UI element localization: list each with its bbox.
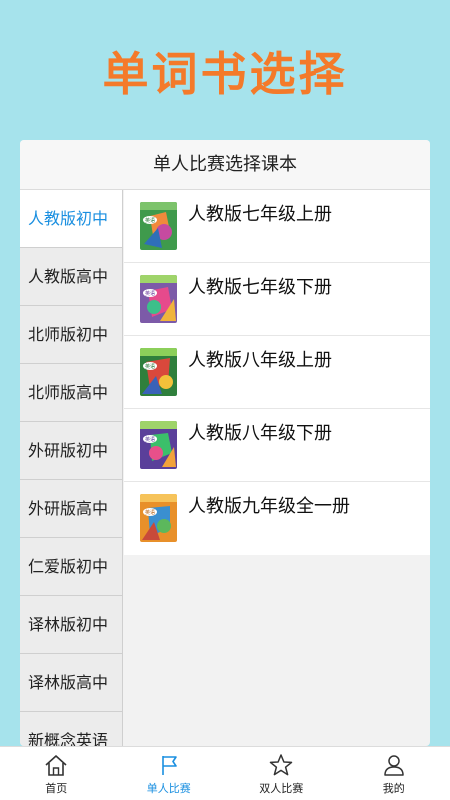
book-row[interactable]: 英语 人教版八年级下册	[124, 409, 430, 482]
tab-double-match-label: 双人比赛	[259, 782, 304, 795]
category-item-renjiao-senior[interactable]: 人教版高中	[20, 248, 122, 306]
svg-text:英语: 英语	[145, 509, 155, 516]
flag-icon	[161, 756, 177, 775]
svg-text:英语: 英语	[145, 290, 155, 297]
book-title: 人教版七年级上册	[188, 204, 332, 225]
book-row[interactable]: 英语 人教版七年级上册	[124, 190, 430, 263]
category-item-beishi-junior[interactable]: 北师版初中	[20, 306, 122, 364]
book-list: 英语 人教版七年级上册 英语 人教版七年级下册 英语 人教版八年级上册 英语 人…	[124, 190, 430, 555]
textbook-panel: 单人比赛选择课本 人教版初中 人教版高中 北师版初中 北师版高中 外研版初中 外…	[20, 140, 430, 746]
book-cover-image: 英语	[140, 202, 177, 250]
book-row[interactable]: 英语 人教版七年级下册	[124, 263, 430, 336]
page-title: 单词书选择	[102, 47, 348, 101]
user-icon	[384, 755, 404, 776]
tab-single-match-label: 单人比赛	[146, 782, 191, 795]
book-cover-image: 英语	[140, 275, 177, 323]
category-item-new-concept[interactable]: 新概念英语	[20, 712, 122, 746]
bottom-tab-bar: 首页 单人比赛 双人比赛 我的	[0, 746, 450, 800]
book-title: 人教版七年级下册	[188, 277, 332, 298]
book-title: 人教版八年级上册	[188, 350, 332, 371]
svg-text:英语: 英语	[145, 217, 155, 224]
book-title: 人教版八年级下册	[188, 423, 332, 444]
book-cover-image: 英语	[140, 421, 177, 469]
tab-home[interactable]: 首页	[0, 747, 113, 800]
category-item-beishi-senior[interactable]: 北师版高中	[20, 364, 122, 422]
tab-home-label: 首页	[45, 782, 68, 795]
book-title: 人教版九年级全一册	[188, 496, 350, 517]
category-list[interactable]: 人教版初中 人教版高中 北师版初中 北师版高中 外研版初中 外研版高中 仁爱版初…	[20, 190, 123, 746]
svg-text:英语: 英语	[145, 436, 155, 443]
book-cover-image: 英语	[140, 348, 177, 396]
svg-text:英语: 英语	[145, 363, 155, 370]
category-item-yilin-senior[interactable]: 译林版高中	[20, 654, 122, 712]
book-cover-image: 英语	[140, 494, 177, 542]
book-row[interactable]: 英语 人教版九年级全一册	[124, 482, 430, 555]
category-item-waiyan-senior[interactable]: 外研版高中	[20, 480, 122, 538]
tab-mine[interactable]: 我的	[338, 747, 450, 800]
tab-double-match[interactable]: 双人比赛	[225, 747, 338, 800]
star-icon	[270, 754, 293, 776]
category-item-waiyan-junior[interactable]: 外研版初中	[20, 422, 122, 480]
home-icon	[45, 755, 67, 776]
tab-mine-label: 我的	[382, 782, 405, 795]
book-row[interactable]: 英语 人教版八年级上册	[124, 336, 430, 409]
panel-header: 单人比赛选择课本	[20, 140, 430, 190]
category-item-renjiao-junior[interactable]: 人教版初中	[20, 190, 122, 248]
tab-single-match[interactable]: 单人比赛	[113, 747, 226, 800]
category-item-yilin-junior[interactable]: 译林版初中	[20, 596, 122, 654]
category-item-renai-junior[interactable]: 仁爱版初中	[20, 538, 122, 596]
